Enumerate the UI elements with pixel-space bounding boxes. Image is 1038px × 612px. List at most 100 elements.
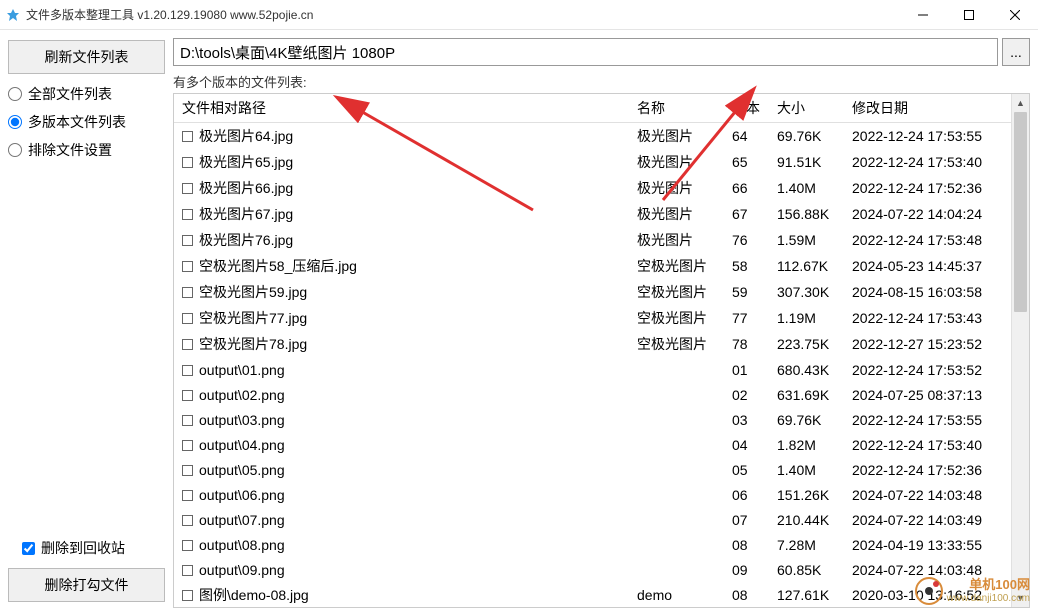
radio-all-files[interactable]: 全部文件列表 bbox=[8, 84, 165, 104]
cell-modified: 2022-12-24 17:53:40 bbox=[844, 432, 1011, 457]
checkbox-recycle-label: 删除到回收站 bbox=[41, 538, 125, 558]
checkbox-recycle[interactable]: 删除到回收站 bbox=[22, 538, 165, 558]
table-row[interactable]: output\09.png0960.85K2024-07-22 14:03:48 bbox=[174, 557, 1011, 582]
cell-version: 07 bbox=[724, 507, 769, 532]
cell-modified: 2024-08-15 16:03:58 bbox=[844, 279, 1011, 305]
cell-size: 680.43K bbox=[769, 357, 844, 382]
table-row[interactable]: 图例\demo-08.jpgdemo08127.61K2020-03-10 13… bbox=[174, 582, 1011, 607]
table-row[interactable]: output\03.png0369.76K2022-12-24 17:53:55 bbox=[174, 407, 1011, 432]
row-checkbox[interactable] bbox=[182, 235, 193, 246]
cell-path: 极光图片76.jpg bbox=[174, 227, 629, 253]
radio-all-input[interactable] bbox=[8, 87, 22, 101]
minimize-button[interactable] bbox=[900, 0, 946, 30]
table-row[interactable]: output\07.png07210.44K2024-07-22 14:03:4… bbox=[174, 507, 1011, 532]
radio-multi-input[interactable] bbox=[8, 115, 22, 129]
checkbox-recycle-input[interactable] bbox=[22, 542, 35, 555]
table-row[interactable]: output\02.png02631.69K2024-07-25 08:37:1… bbox=[174, 382, 1011, 407]
row-checkbox[interactable] bbox=[182, 157, 193, 168]
cell-version: 67 bbox=[724, 201, 769, 227]
table-row[interactable]: output\05.png051.40M2022-12-24 17:52:36 bbox=[174, 457, 1011, 482]
cell-version: 78 bbox=[724, 331, 769, 357]
table-row[interactable]: output\08.png087.28M2024-04-19 13:33:55 bbox=[174, 532, 1011, 557]
row-checkbox[interactable] bbox=[182, 465, 193, 476]
row-checkbox[interactable] bbox=[182, 287, 193, 298]
row-checkbox[interactable] bbox=[182, 490, 193, 501]
table-row[interactable]: 极光图片65.jpg极光图片6591.51K2022-12-24 17:53:4… bbox=[174, 149, 1011, 175]
scroll-down-button[interactable]: ▼ bbox=[1012, 589, 1029, 607]
table-row[interactable]: output\06.png06151.26K2024-07-22 14:03:4… bbox=[174, 482, 1011, 507]
row-checkbox[interactable] bbox=[182, 365, 193, 376]
cell-version: 65 bbox=[724, 149, 769, 175]
cell-version: 04 bbox=[724, 432, 769, 457]
cell-version: 08 bbox=[724, 582, 769, 607]
cell-version: 64 bbox=[724, 123, 769, 150]
cell-path: 极光图片64.jpg bbox=[174, 123, 629, 150]
file-table: 文件相对路径 名称 版本 大小 修改日期 极光图片64.jpg极光图片6469.… bbox=[174, 94, 1011, 607]
cell-name bbox=[629, 507, 724, 532]
table-row[interactable]: output\01.png01680.43K2022-12-24 17:53:5… bbox=[174, 357, 1011, 382]
radio-exclude-input[interactable] bbox=[8, 143, 22, 157]
row-checkbox[interactable] bbox=[182, 540, 193, 551]
sidebar: 刷新文件列表 全部文件列表 多版本文件列表 排除文件设置 删除到回收站 删除打勾… bbox=[0, 30, 173, 612]
col-version[interactable]: 版本 bbox=[724, 94, 769, 123]
cell-modified: 2024-07-22 14:03:48 bbox=[844, 482, 1011, 507]
cell-name: 极光图片 bbox=[629, 201, 724, 227]
table-row[interactable]: 空极光图片59.jpg空极光图片59307.30K2024-08-15 16:0… bbox=[174, 279, 1011, 305]
table-row[interactable]: 极光图片64.jpg极光图片6469.76K2022-12-24 17:53:5… bbox=[174, 123, 1011, 150]
col-path[interactable]: 文件相对路径 bbox=[174, 94, 629, 123]
cell-path: 空极光图片78.jpg bbox=[174, 331, 629, 357]
delete-checked-button[interactable]: 删除打勾文件 bbox=[8, 568, 165, 602]
row-checkbox[interactable] bbox=[182, 390, 193, 401]
cell-size: 112.67K bbox=[769, 253, 844, 279]
path-input[interactable] bbox=[173, 38, 998, 66]
cell-modified: 2022-12-24 17:53:48 bbox=[844, 227, 1011, 253]
table-row[interactable]: 极光图片76.jpg极光图片761.59M2022-12-24 17:53:48 bbox=[174, 227, 1011, 253]
row-checkbox[interactable] bbox=[182, 590, 193, 601]
row-checkbox[interactable] bbox=[182, 440, 193, 451]
col-modified[interactable]: 修改日期 bbox=[844, 94, 1011, 123]
cell-size: 156.88K bbox=[769, 201, 844, 227]
col-name[interactable]: 名称 bbox=[629, 94, 724, 123]
table-row[interactable]: 空极光图片77.jpg空极光图片771.19M2022-12-24 17:53:… bbox=[174, 305, 1011, 331]
table-row[interactable]: 空极光图片58_压缩后.jpg空极光图片58112.67K2024-05-23 … bbox=[174, 253, 1011, 279]
row-checkbox[interactable] bbox=[182, 209, 193, 220]
radio-multi-label: 多版本文件列表 bbox=[28, 112, 126, 132]
cell-modified: 2024-07-22 14:03:48 bbox=[844, 557, 1011, 582]
table-row[interactable]: output\04.png041.82M2022-12-24 17:53:40 bbox=[174, 432, 1011, 457]
radio-multi-version[interactable]: 多版本文件列表 bbox=[8, 112, 165, 132]
row-checkbox[interactable] bbox=[182, 339, 193, 350]
row-checkbox[interactable] bbox=[182, 515, 193, 526]
refresh-button[interactable]: 刷新文件列表 bbox=[8, 40, 165, 74]
browse-button[interactable]: ... bbox=[1002, 38, 1030, 66]
maximize-button[interactable] bbox=[946, 0, 992, 30]
scroll-up-button[interactable]: ▲ bbox=[1012, 94, 1029, 112]
app-icon bbox=[6, 8, 20, 22]
cell-modified: 2022-12-24 17:53:43 bbox=[844, 305, 1011, 331]
scrollbar-thumb[interactable] bbox=[1014, 112, 1027, 312]
row-checkbox[interactable] bbox=[182, 131, 193, 142]
cell-modified: 2022-12-24 17:53:55 bbox=[844, 407, 1011, 432]
cell-modified: 2024-07-22 14:04:24 bbox=[844, 201, 1011, 227]
close-button[interactable] bbox=[992, 0, 1038, 30]
cell-version: 09 bbox=[724, 557, 769, 582]
cell-name bbox=[629, 407, 724, 432]
cell-version: 77 bbox=[724, 305, 769, 331]
cell-version: 59 bbox=[724, 279, 769, 305]
cell-size: 223.75K bbox=[769, 331, 844, 357]
cell-modified: 2024-07-25 08:37:13 bbox=[844, 382, 1011, 407]
table-row[interactable]: 极光图片66.jpg极光图片661.40M2022-12-24 17:52:36 bbox=[174, 175, 1011, 201]
radio-exclude[interactable]: 排除文件设置 bbox=[8, 140, 165, 160]
table-row[interactable]: 极光图片67.jpg极光图片67156.88K2024-07-22 14:04:… bbox=[174, 201, 1011, 227]
row-checkbox[interactable] bbox=[182, 183, 193, 194]
row-checkbox[interactable] bbox=[182, 565, 193, 576]
row-checkbox[interactable] bbox=[182, 313, 193, 324]
cell-version: 06 bbox=[724, 482, 769, 507]
vertical-scrollbar[interactable]: ▲ ▼ bbox=[1011, 94, 1029, 607]
cell-version: 66 bbox=[724, 175, 769, 201]
table-row[interactable]: 空极光图片78.jpg空极光图片78223.75K2022-12-27 15:2… bbox=[174, 331, 1011, 357]
cell-path: output\09.png bbox=[174, 557, 629, 582]
row-checkbox[interactable] bbox=[182, 261, 193, 272]
cell-path: output\05.png bbox=[174, 457, 629, 482]
col-size[interactable]: 大小 bbox=[769, 94, 844, 123]
row-checkbox[interactable] bbox=[182, 415, 193, 426]
